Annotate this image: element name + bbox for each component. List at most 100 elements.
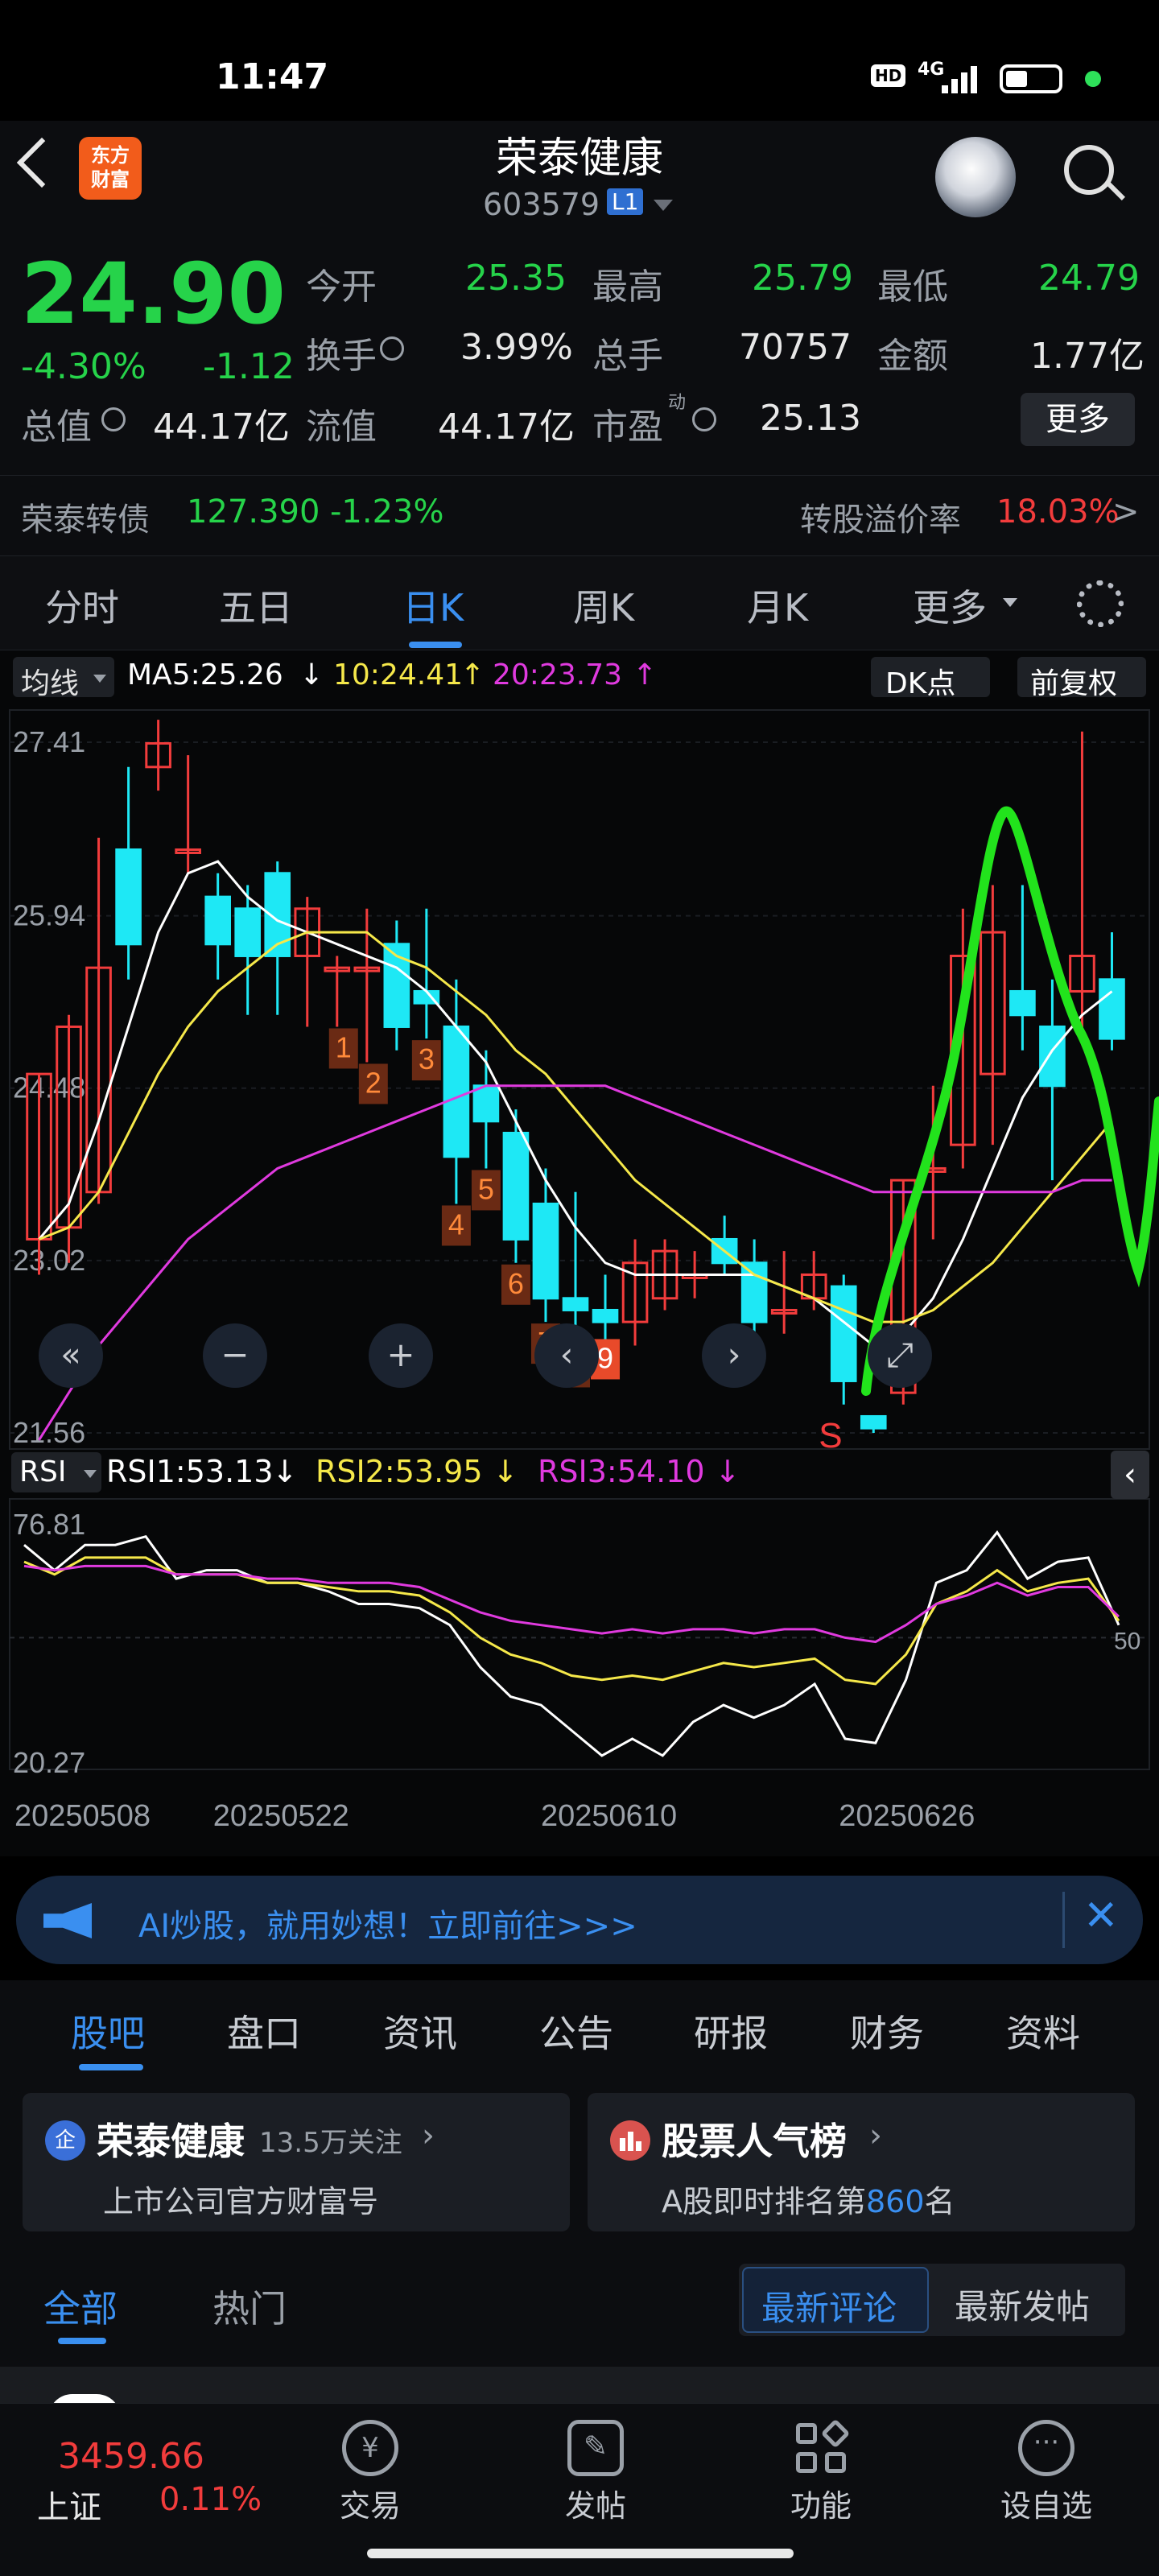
tab-profile[interactable]: 资料 bbox=[1006, 2004, 1080, 2058]
y-tick-label: 24.48 bbox=[13, 1071, 85, 1104]
rsi-y-tick: 76.81 bbox=[13, 1508, 85, 1541]
chevron-down-icon bbox=[84, 1470, 97, 1478]
kline-chart-svg[interactable]: 27.4125.9424.4823.0221.56123456789S20250… bbox=[0, 650, 1159, 1856]
scroll-left-button[interactable]: ‹ bbox=[534, 1323, 599, 1388]
candle-down bbox=[860, 1414, 887, 1430]
rsi-y-tick: 50 bbox=[1114, 1628, 1140, 1654]
card-title: 股票人气榜 bbox=[662, 2120, 847, 2163]
arrow-down-icon: ↓ bbox=[272, 1454, 298, 1489]
premium-value: 18.03% bbox=[996, 493, 1120, 530]
nav-set-watchlist[interactable]: ··· 设自选 bbox=[966, 2420, 1127, 2525]
bond-change: -1.23% bbox=[330, 493, 444, 530]
tab-announcements[interactable]: 公告 bbox=[539, 2004, 613, 2058]
tab-weekly-k[interactable]: 周K bbox=[573, 579, 634, 632]
popularity-rank-card[interactable]: 股票人气榜 › A股即时排名第860名 bbox=[588, 2093, 1135, 2231]
mktcap-label: 总值 bbox=[21, 407, 92, 448]
info-icon[interactable] bbox=[101, 407, 126, 431]
indicator-dot-icon bbox=[1085, 71, 1101, 87]
close-icon[interactable]: ✕ bbox=[1083, 1892, 1119, 1940]
tab-hot[interactable]: 热门 bbox=[212, 2280, 287, 2333]
sequence-label: 9 bbox=[597, 1341, 613, 1374]
active-tab-indicator bbox=[409, 642, 462, 648]
gear-icon[interactable] bbox=[1077, 580, 1124, 627]
scroll-left-fast-button[interactable]: « bbox=[39, 1323, 103, 1388]
change-pct: -4.30% bbox=[21, 346, 146, 387]
candle-down bbox=[1099, 978, 1125, 1040]
assistant-robot-icon[interactable] bbox=[935, 137, 1016, 217]
index-value: 3459.66 bbox=[58, 2436, 204, 2477]
open-value: 25.35 bbox=[465, 258, 567, 299]
tab-monthly-k[interactable]: 月K bbox=[747, 579, 808, 632]
latest-post-button[interactable]: 最新发帖 bbox=[955, 2280, 1090, 2329]
official-account-card[interactable]: 企 荣泰健康 13.5万关注 › 上市公司官方财富号 bbox=[23, 2093, 570, 2231]
chevron-down-icon[interactable] bbox=[654, 200, 673, 211]
nav-post[interactable]: ✎ 发帖 bbox=[515, 2420, 676, 2525]
change-value: -1.12 bbox=[203, 346, 295, 387]
y-tick-label: 21.56 bbox=[13, 1416, 85, 1449]
sequence-label: 3 bbox=[419, 1042, 435, 1075]
signal-icon bbox=[942, 64, 984, 93]
megaphone-icon bbox=[43, 1903, 92, 1938]
market-index-widget[interactable]: 3459.66 上证 0.11% bbox=[0, 2404, 266, 2533]
ad-banner[interactable]: AI炒股，就用妙想！立即前往>>> ✕ bbox=[16, 1876, 1143, 1964]
kline-chart-area[interactable]: 均线 MA5:25.26 ↓ 10:24.41 ↑ 20:23.73 ↑ DK点… bbox=[0, 650, 1159, 1856]
pe-value: 25.13 bbox=[760, 398, 861, 439]
card-subtitle: 上市公司官方财富号 bbox=[103, 2184, 379, 2219]
quote-panel: 24.90 -4.30% -1.12 今开 25.35 最高 25.79 最低 … bbox=[0, 233, 1159, 475]
info-icon[interactable] bbox=[380, 336, 404, 361]
candle-down bbox=[472, 1084, 500, 1123]
tab-news[interactable]: 资讯 bbox=[383, 2004, 457, 2058]
zoom-out-button[interactable]: − bbox=[203, 1323, 267, 1388]
tab-intraday[interactable]: 分时 bbox=[45, 579, 119, 632]
tab-market-depth[interactable]: 盘口 bbox=[227, 2004, 301, 2058]
tab-five-day[interactable]: 五日 bbox=[219, 579, 293, 632]
nav-set-watchlist-label: 设自选 bbox=[1000, 2488, 1092, 2524]
rsi-selector[interactable]: RSI bbox=[11, 1452, 101, 1492]
turnover-label: 换手 bbox=[306, 336, 377, 377]
more-button[interactable]: 更多 bbox=[1021, 393, 1135, 446]
x-tick-label: 20250508 bbox=[14, 1799, 151, 1833]
tab-all[interactable]: 全部 bbox=[43, 2280, 118, 2333]
tab-more[interactable]: 更多 bbox=[913, 579, 987, 632]
y-tick-label: 27.41 bbox=[13, 725, 85, 758]
high-label: 最高 bbox=[592, 266, 663, 308]
rsi-title: RSI bbox=[19, 1455, 67, 1488]
latest-comment-button[interactable]: 最新评论 bbox=[742, 2267, 929, 2333]
ad-text: AI炒股，就用妙想！立即前往>>> bbox=[138, 1908, 637, 1945]
pe-label: 市盈 bbox=[592, 407, 663, 448]
level-badge[interactable]: L1 bbox=[607, 188, 644, 215]
collapse-panel-button[interactable]: ‹ bbox=[1111, 1451, 1149, 1499]
nav-functions[interactable]: 功能 bbox=[740, 2418, 901, 2525]
rank-prefix: A股即时排名第 bbox=[662, 2184, 866, 2219]
float-label: 流值 bbox=[306, 407, 377, 448]
grid-icon bbox=[793, 2418, 851, 2476]
tab-research[interactable]: 研报 bbox=[694, 2004, 768, 2058]
tab-financials[interactable]: 财务 bbox=[850, 2004, 924, 2058]
rsi-line-1 bbox=[23, 1530, 1120, 1757]
sequence-label: 6 bbox=[508, 1267, 524, 1300]
zoom-in-button[interactable]: + bbox=[369, 1323, 433, 1388]
nav-trade[interactable]: ¥ 交易 bbox=[290, 2420, 451, 2525]
edit-icon: ✎ bbox=[567, 2420, 624, 2476]
scroll-right-button[interactable]: › bbox=[702, 1323, 766, 1388]
sort-toggle: 最新评论 最新发帖 bbox=[739, 2264, 1125, 2336]
fullscreen-button[interactable]: ⤢ bbox=[868, 1323, 932, 1388]
info-icon[interactable] bbox=[692, 407, 716, 431]
turnover-value: 3.99% bbox=[460, 327, 573, 368]
y-tick-label: 23.02 bbox=[13, 1244, 85, 1277]
rsi1-label: RSI1:53.13 bbox=[106, 1454, 274, 1489]
nav-trade-label: 交易 bbox=[339, 2488, 401, 2524]
status-time: 11:47 bbox=[216, 56, 329, 97]
x-tick-label: 20250610 bbox=[541, 1799, 677, 1833]
pe-sup: 动 bbox=[668, 393, 687, 413]
forum-tabs: 股吧 盘口 资讯 公告 研报 财务 资料 bbox=[0, 1980, 1159, 2077]
signal-label: S bbox=[819, 1416, 842, 1455]
tab-forum[interactable]: 股吧 bbox=[71, 2004, 145, 2058]
sequence-label: 2 bbox=[365, 1066, 382, 1099]
convertible-bond-bar[interactable]: 荣泰转债 127.390 -1.23% 转股溢价率 18.03% > bbox=[0, 475, 1159, 555]
search-icon[interactable] bbox=[1064, 145, 1114, 195]
sequence-label: 5 bbox=[478, 1172, 494, 1205]
volume-value: 70757 bbox=[739, 327, 852, 368]
bond-name: 荣泰转债 bbox=[21, 502, 150, 539]
tab-daily-k[interactable]: 日K bbox=[402, 579, 464, 632]
